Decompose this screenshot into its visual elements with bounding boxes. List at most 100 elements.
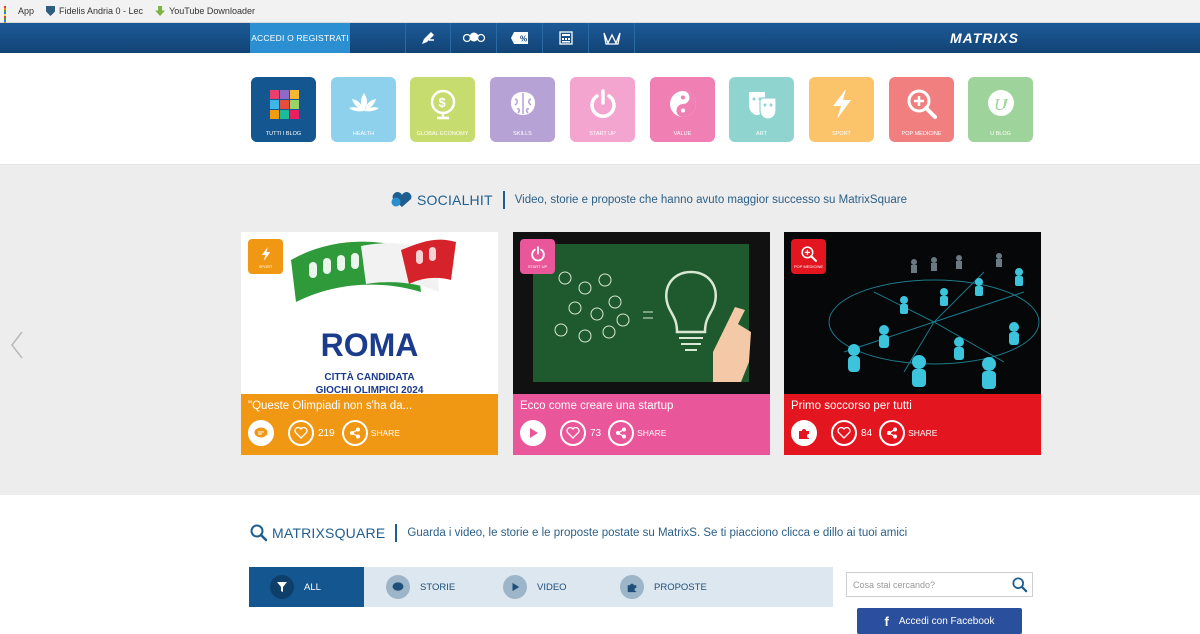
filter-all[interactable]: ALL (249, 567, 364, 607)
content-filter-bar: ALL STORIE VIDEO PROPOSTE (249, 567, 833, 607)
category-tile-health[interactable]: HEALTH (331, 77, 396, 142)
dollar-globe-icon: $ (430, 89, 455, 120)
filter-proposte[interactable]: PROPOSTE (598, 567, 748, 607)
bookmark-fidelis[interactable]: Fidelis Andria 0 - Lec (46, 6, 143, 16)
section-divider (502, 191, 505, 209)
socialhit-title: SOCIALHIT (417, 192, 493, 208)
category-label: ART (756, 131, 767, 137)
share-icon[interactable] (879, 420, 906, 446)
card-title[interactable]: Ecco come creare una startup (520, 400, 673, 412)
u-blog-icon: U (987, 90, 1014, 116)
lightning-icon (832, 89, 851, 119)
category-label: SPORT (832, 131, 851, 137)
puzzle-icon[interactable] (791, 420, 817, 446)
bookmark-apps[interactable]: App (4, 6, 35, 24)
socialhit-card[interactable]: POP MEDICINE Primo soccorso per tutti 84… (784, 232, 1041, 455)
chat-bubble-icon (386, 575, 410, 599)
roma-subtitle-2: GIOCHI OLIMPICI 2024 (315, 385, 424, 394)
category-badge-start-up[interactable]: START UP (520, 239, 555, 274)
bookmark-label: Fidelis Andria 0 - Lec (59, 6, 144, 16)
carousel-prev-arrow-icon[interactable] (10, 330, 24, 360)
matrixsquare-description: Guarda i video, le storie e le proposte … (407, 527, 908, 539)
hearts-icon (391, 192, 412, 207)
category-label: HEALTH (352, 131, 375, 137)
card-footer: Ecco come creare una startup 73 SHARE (513, 394, 770, 455)
category-tile-global-economy[interactable]: $ GLOBAL ECONOMY (410, 77, 475, 142)
category-tile-sport[interactable]: SPORT (809, 77, 874, 142)
search-input[interactable] (847, 573, 1012, 596)
share-button-label[interactable]: SHARE (371, 428, 400, 438)
play-icon (503, 575, 527, 599)
badge-label: POP MEDICINE (793, 263, 824, 269)
category-badge-sport[interactable]: SPORT (248, 239, 283, 274)
share-button-label[interactable]: SHARE (908, 428, 937, 438)
masks-icon (748, 92, 777, 120)
chat-bubble-icon[interactable] (248, 420, 274, 446)
like-count: 84 (861, 427, 873, 439)
share-icon[interactable] (608, 420, 635, 446)
like-heart-icon[interactable] (288, 420, 314, 446)
matrixs-logo[interactable]: MATRIXS (950, 30, 1019, 46)
apps-grid-icon (4, 6, 14, 24)
category-label: U BLOG (990, 131, 1011, 137)
socialhit-section: SOCIALHIT Video, storie e proposte che h… (0, 165, 1200, 495)
pencil-pen-icon[interactable] (405, 23, 451, 53)
magnifier-plus-icon (800, 245, 817, 262)
search-icon[interactable] (1012, 576, 1028, 593)
card-footer: Primo soccorso per tutti 84 SHARE (784, 394, 1041, 455)
share-icon[interactable] (341, 420, 368, 446)
like-heart-icon[interactable] (560, 420, 586, 446)
facebook-login-button[interactable]: f Accedi con Facebook (857, 608, 1022, 634)
bookmark-youtube-downloader[interactable]: YouTube Downloader (155, 6, 255, 16)
category-badge-pop-medicine[interactable]: POP MEDICINE (791, 239, 826, 274)
socialhit-card[interactable]: START UP Ecco come creare una startup 73… (513, 232, 770, 455)
category-tile-u-blog[interactable]: U U BLOG (968, 77, 1033, 142)
card-actions: 73 SHARE (520, 420, 666, 446)
socialhit-card[interactable]: ROMA CITTÀ CANDIDATA GIOCHI OLIMPICI 202… (241, 232, 498, 455)
card-image-startup-chalkboard[interactable]: START UP (513, 232, 770, 394)
category-label: SKILLS (513, 131, 532, 137)
search-icon (250, 524, 268, 542)
category-tile-start-up[interactable]: START UP (570, 77, 635, 142)
category-label: START UP (589, 131, 616, 137)
like-heart-icon[interactable] (831, 420, 857, 446)
power-icon (530, 245, 545, 261)
share-button-label[interactable]: SHARE (637, 428, 666, 438)
nav-icon-group: % (405, 23, 635, 53)
section-divider (395, 524, 398, 542)
percent-tag-icon[interactable]: % (497, 23, 543, 53)
lightning-icon (261, 246, 270, 261)
filter-video[interactable]: VIDEO (481, 567, 598, 607)
login-register-button[interactable]: ACCEDI O REGISTRATI (250, 23, 350, 53)
category-tile-tutti-i-blog[interactable]: TUTTI I BLOG (251, 77, 316, 142)
grid-mosaic-icon (269, 90, 299, 119)
svg-text:$: $ (438, 95, 446, 110)
calculator-icon[interactable] (543, 23, 589, 53)
play-icon[interactable] (520, 420, 546, 446)
category-label: GLOBAL ECONOMY (416, 131, 469, 137)
magnifier-plus-icon (907, 89, 937, 119)
category-tile-value[interactable]: VALUE (650, 77, 715, 142)
category-tile-skills[interactable]: SKILLS (490, 77, 555, 142)
bookmarks-bar: App Fidelis Andria 0 - Lec YouTube Downl… (0, 0, 1200, 24)
download-icon (155, 6, 166, 16)
crown-icon[interactable] (589, 23, 635, 53)
filter-storie[interactable]: STORIE (364, 567, 481, 607)
card-title[interactable]: Primo soccorso per tutti (791, 400, 912, 412)
category-label: POP MEDICINE (901, 131, 942, 137)
people-icon[interactable] (451, 23, 497, 53)
yin-yang-icon (669, 91, 696, 117)
matrixsquare-title: MATRIXSQUARE (272, 525, 386, 541)
roma-subtitle-1: CITTÀ CANDIDATA (324, 372, 415, 383)
card-image-first-aid-people[interactable]: POP MEDICINE (784, 232, 1041, 394)
card-title[interactable]: "Queste Olimpiadi non s'ha da... (248, 400, 412, 412)
card-footer: "Queste Olimpiadi non s'ha da... 219 SHA… (241, 394, 498, 455)
category-tile-art[interactable]: ART (729, 77, 794, 142)
category-tile-pop-medicine[interactable]: POP MEDICINE (889, 77, 954, 142)
socialhit-header: SOCIALHIT Video, storie e proposte che h… (390, 191, 907, 209)
card-image-roma[interactable]: ROMA CITTÀ CANDIDATA GIOCHI OLIMPICI 202… (241, 232, 498, 394)
bookmark-label: App (18, 6, 35, 16)
filter-funnel-icon (270, 575, 294, 599)
category-label: VALUE (673, 131, 692, 137)
search-box (846, 572, 1033, 597)
